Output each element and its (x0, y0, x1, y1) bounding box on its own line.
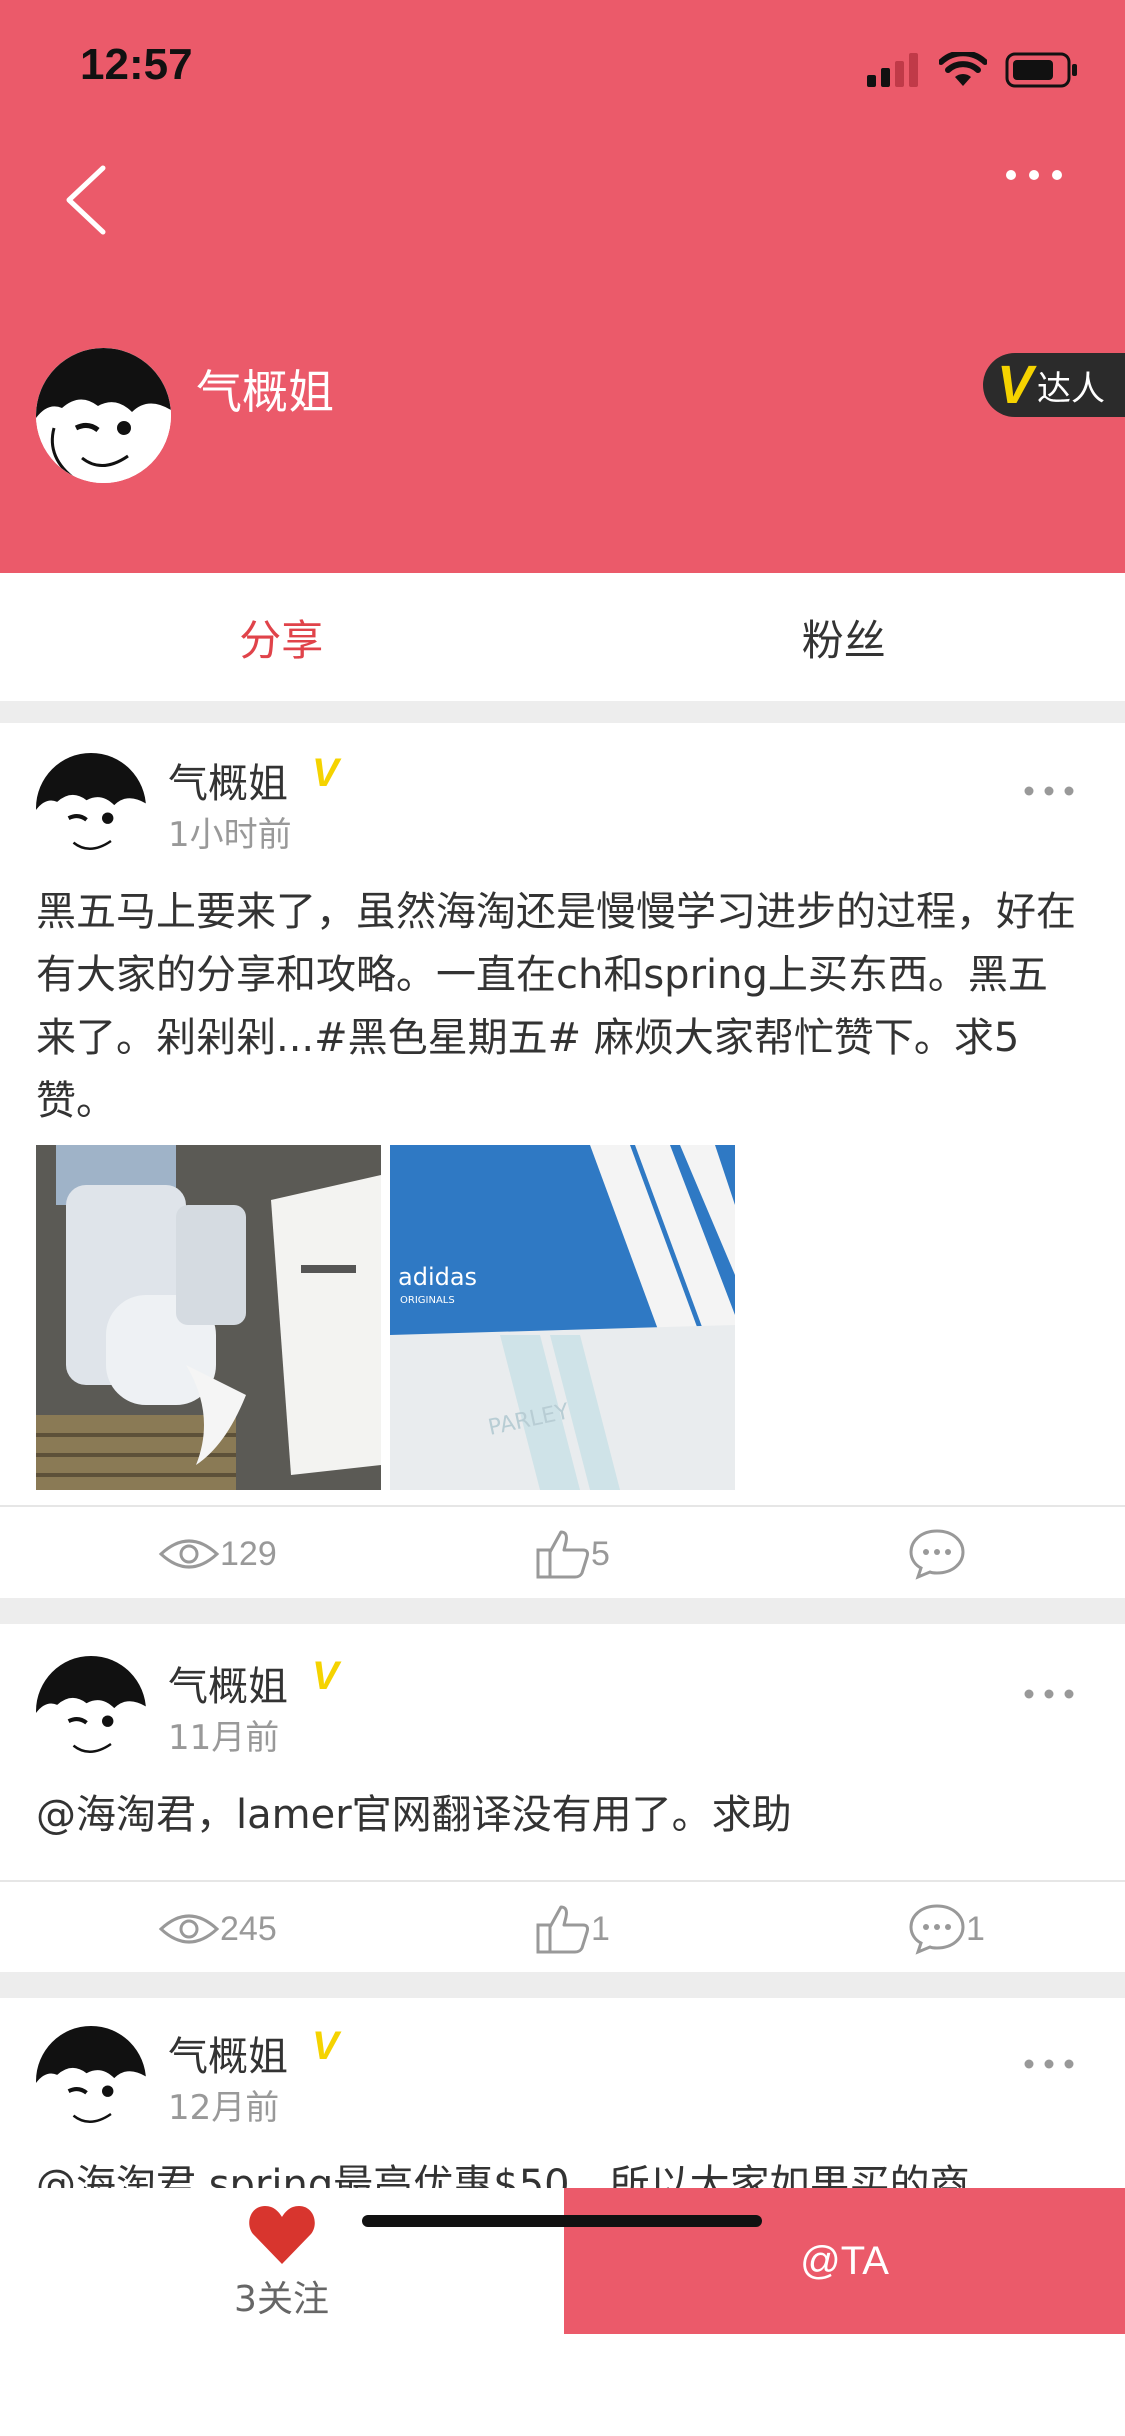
post-body: 黑五马上要来了，虽然海淘还是慢慢学习进步的过程，好在有大家的分享和攻略。一直在c… (36, 889, 1076, 1124)
signal-icon (867, 53, 918, 87)
post-divider (0, 1972, 1125, 1998)
views-count[interactable]: 129 (158, 1507, 277, 1601)
thumbs-up-icon (536, 1530, 589, 1579)
views-number: 129 (220, 1534, 277, 1573)
photo-package-icon (36, 1145, 381, 1490)
profile-avatar[interactable] (36, 348, 171, 483)
views-number: 245 (220, 1909, 277, 1948)
likes-number: 5 (591, 1534, 610, 1573)
post-avatar[interactable] (36, 753, 146, 863)
battery-icon (1005, 52, 1077, 88)
wifi-icon (939, 52, 987, 86)
profile-name: 气概姐 (196, 365, 334, 419)
post-photo[interactable] (36, 1145, 381, 1490)
thumbs-up-icon (536, 1905, 589, 1954)
post-time: 11月前 (168, 1718, 280, 1758)
verified-icon: V (312, 1654, 339, 1698)
section-divider (0, 701, 1125, 723)
post-actions: 129 5 (0, 1505, 1125, 1601)
post-more-button[interactable] (1019, 2054, 1079, 2074)
likes-number: 1 (591, 1909, 610, 1948)
avatar-face-icon (36, 348, 171, 483)
post-avatar[interactable] (36, 2026, 146, 2136)
more-options-button[interactable] (989, 150, 1079, 200)
verified-v-icon: V (997, 355, 1034, 415)
profile-tabs: 分享 粉丝 (0, 573, 1125, 701)
verified-icon: V (312, 751, 339, 795)
follow-button[interactable]: 3关注 (0, 2188, 563, 2336)
post-body: @海淘君 spring最高优惠$50，所以大家如果买的商 (36, 2162, 970, 2188)
post-author[interactable]: 气概姐 (168, 2024, 288, 2082)
status-icons (867, 50, 1079, 90)
post-more-button[interactable] (1019, 1684, 1079, 1704)
feed-post[interactable]: 气概姐 V 12月前 @海淘君 spring最高优惠$50，所以大家如果买的商 (0, 1998, 1125, 2188)
profile-header: 12:57 气概姐 V 达人 (0, 0, 1125, 573)
status-time: 12:57 (80, 40, 193, 89)
comment-button[interactable]: 1 (908, 1882, 985, 1976)
feed-post[interactable]: 气概姐 V 11月前 @海淘君，lamer官网翻译没有用了。求助 245 1 1 (0, 1624, 1125, 1976)
post-avatar[interactable] (36, 1656, 146, 1766)
views-count[interactable]: 245 (158, 1882, 277, 1976)
tab-fans[interactable]: 粉丝 (563, 573, 1125, 701)
follow-count-label: 3关注 (234, 2279, 329, 2320)
avatar-face-icon (36, 753, 146, 863)
mention-button[interactable]: @TA (564, 2188, 1125, 2334)
avatar-face-icon (36, 1656, 146, 1766)
photo-brand-sub: ORIGINALS (400, 1295, 455, 1306)
photo-brand-text: adidas (398, 1263, 477, 1291)
post-actions: 245 1 1 (0, 1880, 1125, 1976)
post-time: 12月前 (168, 2088, 280, 2128)
like-button[interactable]: 1 (535, 1882, 610, 1976)
eye-icon (158, 1539, 220, 1569)
feed-post[interactable]: 气概姐 V 1小时前 黑五马上要来了，虽然海淘还是慢慢学习进步的过程，好在有大家… (0, 723, 1125, 1601)
comment-button[interactable] (908, 1507, 966, 1601)
heart-icon (248, 2206, 315, 2264)
comment-icon (909, 1904, 965, 1955)
post-time: 1小时前 (168, 815, 292, 855)
expert-badge: V 达人 (983, 353, 1125, 417)
post-author[interactable]: 气概姐 (168, 1654, 288, 1712)
post-author[interactable]: 气概姐 (168, 751, 288, 809)
photo-shoebox-icon: adidas ORIGINALS PARLEY (390, 1145, 735, 1490)
post-divider (0, 1598, 1125, 1624)
back-button[interactable] (55, 160, 125, 240)
avatar-face-icon (36, 2026, 146, 2136)
comment-icon (909, 1529, 965, 1580)
expert-badge-label: 达人 (1037, 368, 1106, 409)
post-body: @海淘君，lamer官网翻译没有用了。求助 (36, 1792, 792, 1838)
home-indicator (362, 2215, 762, 2227)
post-more-button[interactable] (1019, 781, 1079, 801)
post-photo[interactable]: adidas ORIGINALS PARLEY (390, 1145, 735, 1490)
eye-icon (158, 1914, 220, 1944)
comments-number: 1 (966, 1909, 985, 1948)
tab-shares[interactable]: 分享 (0, 573, 563, 701)
like-button[interactable]: 5 (535, 1507, 610, 1601)
verified-icon: V (312, 2024, 339, 2068)
